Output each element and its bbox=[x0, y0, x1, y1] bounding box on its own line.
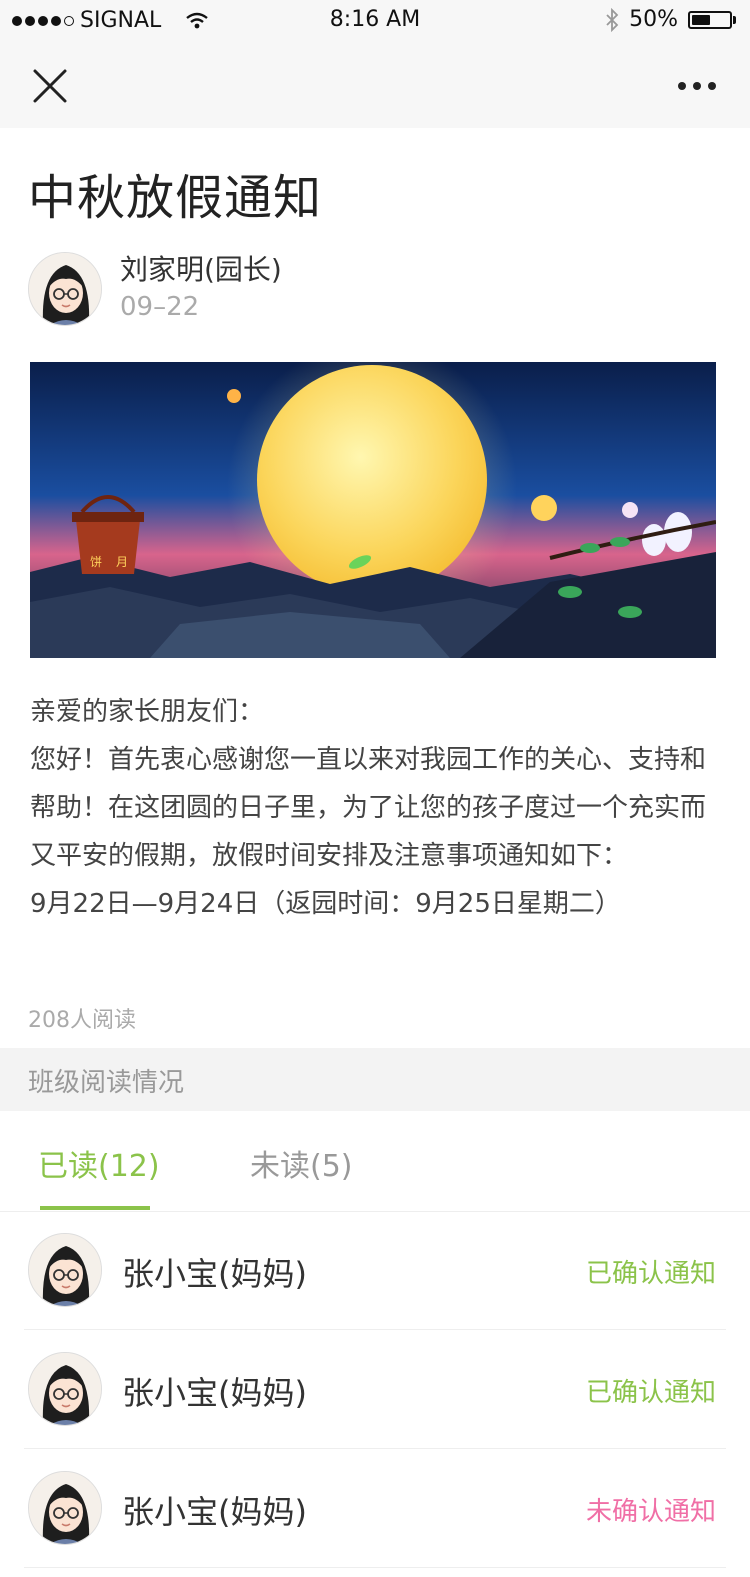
girl-avatar-icon bbox=[29, 1472, 101, 1544]
class-reading-header: 班级阅读情况 bbox=[0, 1048, 750, 1111]
holiday-dates-text: 9月22日—9月24日（返园时间：9月25日星期二） bbox=[30, 889, 621, 919]
publish-date: 09–22 bbox=[120, 292, 200, 322]
battery-icon bbox=[688, 10, 732, 29]
author-name: 刘家明(园长) bbox=[120, 253, 282, 286]
girl-avatar-icon bbox=[29, 253, 101, 325]
body-paragraph: 您好！首先衷心感谢您一直以来对我园工作的关心、支持和帮助！在这团圆的日子里，为了… bbox=[30, 745, 707, 871]
more-button[interactable] bbox=[672, 64, 722, 108]
more-dot-icon bbox=[708, 82, 716, 90]
notice-body: 亲爱的家长朋友们： 您好！首先衷心感谢您一直以来对我园工作的关心、支持和帮助！在… bbox=[30, 688, 720, 928]
reader-avatar bbox=[28, 1471, 102, 1545]
tab-read[interactable]: 已读(12) bbox=[38, 1141, 160, 1185]
battery-tip bbox=[733, 15, 736, 24]
confirm-status: 已确认通知 bbox=[585, 1378, 716, 1408]
close-button[interactable] bbox=[28, 64, 72, 108]
banner-illustration: 饼 月 bbox=[30, 362, 716, 658]
reader-avatar bbox=[28, 1352, 102, 1426]
more-dot-icon bbox=[693, 82, 701, 90]
girl-avatar-icon bbox=[29, 1234, 101, 1306]
mid-autumn-banner-image: 饼 月 bbox=[30, 362, 716, 658]
svg-text:饼: 饼 bbox=[90, 555, 102, 569]
status-bar: SIGNAL 8:16 AM 50% bbox=[0, 0, 750, 40]
reading-tabs: 已读(12) 未读(5) bbox=[0, 1111, 750, 1212]
bluetooth-icon bbox=[606, 7, 619, 32]
confirm-status: 未确认通知 bbox=[585, 1497, 716, 1527]
read-count: 208人阅读 bbox=[28, 1008, 136, 1033]
author-avatar bbox=[28, 252, 102, 326]
active-tab-indicator bbox=[40, 1206, 150, 1210]
reader-name: 张小宝(妈妈) bbox=[122, 1374, 307, 1412]
reader-name: 张小宝(妈妈) bbox=[122, 1255, 307, 1293]
svg-text:月: 月 bbox=[116, 555, 128, 569]
page-title: 中秋放假通知 bbox=[28, 170, 323, 226]
battery-level bbox=[692, 14, 710, 25]
reader-name: 张小宝(妈妈) bbox=[122, 1493, 307, 1531]
more-dot-icon bbox=[678, 82, 686, 90]
battery-percent: 50% bbox=[629, 7, 678, 32]
close-icon bbox=[33, 69, 67, 103]
reader-row[interactable]: 张小宝(妈妈) 未确认通知 bbox=[24, 1449, 726, 1568]
tab-unread[interactable]: 未读(5) bbox=[250, 1141, 353, 1185]
reader-avatar bbox=[28, 1233, 102, 1307]
confirm-status: 已确认通知 bbox=[585, 1259, 716, 1289]
reader-row[interactable]: 张小宝(妈妈) 已确认通知 bbox=[24, 1330, 726, 1449]
status-right: 50% bbox=[605, 7, 736, 32]
greeting-text: 亲爱的家长朋友们： bbox=[30, 697, 265, 727]
girl-avatar-icon bbox=[29, 1353, 101, 1425]
section-title: 班级阅读情况 bbox=[28, 1068, 185, 1098]
nav-bar bbox=[0, 40, 750, 128]
reader-row[interactable]: 张小宝(妈妈) 已确认通知 bbox=[24, 1211, 726, 1330]
